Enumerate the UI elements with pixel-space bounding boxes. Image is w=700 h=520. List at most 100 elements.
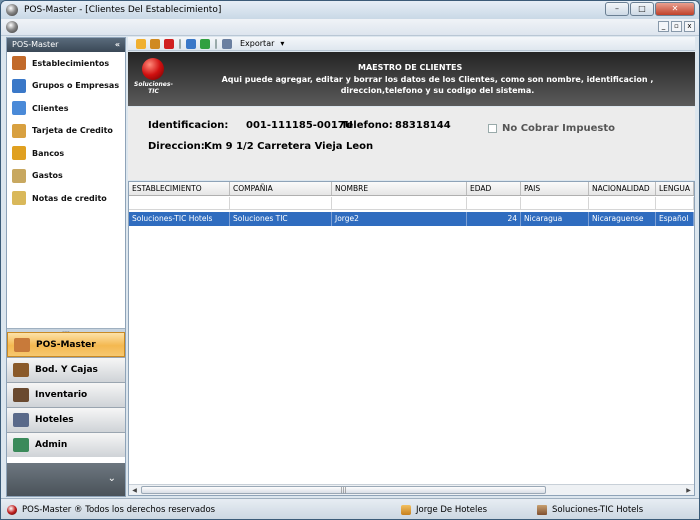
banner-description: Aqui puede agregar, editar y borrar los … (221, 75, 654, 95)
sidebar-item[interactable]: Notas de credito (7, 187, 125, 210)
title-bar[interactable]: POS-Master - [Clientes Del Establecimien… (1, 1, 699, 19)
scroll-left-button[interactable]: ◀ (129, 485, 140, 495)
sidebar-item[interactable]: Establecimientos (7, 52, 125, 75)
horizontal-scrollbar[interactable]: ◀ ||| ▶ (129, 484, 694, 495)
column-header[interactable]: PAIS (521, 182, 589, 195)
edit-icon[interactable] (150, 38, 160, 49)
export-dropdown[interactable]: Exportar ▾ (240, 39, 284, 48)
scroll-right-button[interactable]: ▶ (683, 485, 694, 495)
sidebar-header: POS-Master « (7, 38, 125, 52)
chevron-down-icon: ▾ (280, 39, 285, 48)
navigation-sidebar: POS-Master « Establecimientos Grupos o Em… (6, 37, 126, 497)
mdi-menu-bar: _ ▫ x (1, 19, 699, 36)
sidebar-item-label: Clientes (32, 103, 69, 113)
print-icon[interactable] (222, 38, 232, 49)
sidebar-item[interactable]: Clientes (7, 97, 125, 120)
nav-group-button[interactable]: Bod. Y Cajas (7, 357, 125, 382)
grid-filter-row (129, 197, 694, 210)
logo-text: Soluciones-TIC (134, 81, 173, 95)
export-label: Exportar (240, 39, 275, 48)
application-window: POS-Master - [Clientes Del Establecimien… (0, 0, 700, 520)
nav-group-label: Admin (35, 440, 68, 450)
sidebar-item-label: Establecimientos (32, 58, 110, 68)
column-header[interactable]: NOMBRE (332, 182, 467, 195)
refresh-icon[interactable] (200, 38, 210, 49)
filter-cell[interactable] (332, 197, 467, 210)
search-icon[interactable] (186, 38, 196, 49)
delete-icon[interactable] (164, 38, 174, 49)
inventory-icon (13, 388, 29, 402)
nav-group-button[interactable]: Admin (7, 432, 125, 457)
nav-group-button[interactable]: Hoteles (7, 407, 125, 432)
column-header[interactable]: COMPAÑIA (230, 182, 332, 195)
mdi-child-icon[interactable] (6, 21, 18, 33)
filter-cell[interactable] (521, 197, 589, 210)
client-details-panel: Identificacion: 001-111185-0017U Telefon… (128, 107, 695, 180)
column-header[interactable]: EDAD (467, 182, 521, 195)
identification-value: 001-111185-0017U (246, 120, 353, 131)
hotel-icon (537, 505, 547, 515)
clients-grid[interactable]: ESTABLECIMIENTO COMPAÑIA NOMBRE EDAD PAIS NAC… (128, 181, 695, 496)
sidebar-item-label: Tarjeta de Credito (32, 126, 113, 136)
sidebar-item-label: Grupos o Empresas (32, 81, 120, 91)
nav-group-button[interactable]: Inventario (7, 382, 125, 407)
current-establishment: Soluciones-TIC Hotels (552, 505, 644, 515)
nav-group-label: Hoteles (35, 415, 74, 425)
nav-group-button[interactable]: POS-Master (7, 332, 125, 357)
house-icon (14, 337, 30, 352)
nav-group-label: Inventario (35, 390, 88, 400)
table-row[interactable]: Soluciones-TIC Hotels Soluciones TIC Jorge… (129, 212, 694, 226)
sidebar-item[interactable]: Grupos o Empresas (7, 75, 125, 98)
filter-cell[interactable] (589, 197, 656, 210)
table-cell: 24 (467, 212, 521, 226)
header-banner: Soluciones-TIC MAESTRO DE CLIENTES Aqui … (128, 52, 695, 106)
card-icon (12, 123, 26, 138)
sidebar-overflow-button[interactable]: ⌄ (7, 463, 125, 496)
sidebar-item[interactable]: Gastos (7, 165, 125, 188)
minimize-button[interactable]: – (605, 2, 629, 16)
sidebar-item[interactable]: Bancos (7, 142, 125, 165)
app-icon[interactable] (6, 4, 18, 16)
phone-value: 88318144 (395, 120, 451, 131)
filter-cell[interactable] (467, 197, 521, 210)
table-cell: Soluciones TIC (230, 212, 332, 226)
window-title: POS-Master - [Clientes Del Establecimien… (24, 5, 222, 15)
filter-cell[interactable] (230, 197, 332, 210)
checkbox-box[interactable] (488, 124, 497, 133)
current-user: Jorge De Hoteles (416, 505, 488, 515)
scroll-thumb[interactable]: ||| (141, 486, 546, 494)
collapse-sidebar-button[interactable]: « (115, 38, 120, 52)
table-cell: Nicaragua (521, 212, 589, 226)
toolbar-separator (179, 38, 181, 49)
app-logo-icon (7, 505, 17, 515)
money-bag-icon (12, 168, 26, 183)
column-header[interactable]: ESTABLECIMIENTO (129, 182, 230, 195)
table-cell: Nicaraguense (589, 212, 656, 226)
house-icon (12, 56, 26, 71)
mdi-close-button[interactable]: x (684, 21, 695, 32)
nav-group-label: Bod. Y Cajas (35, 365, 98, 375)
filter-cell[interactable] (129, 197, 230, 210)
identification-label: Identificacion: (148, 120, 229, 131)
mdi-restore-button[interactable]: ▫ (671, 21, 682, 32)
maximize-button[interactable]: □ (630, 2, 654, 16)
tax-exempt-checkbox[interactable]: No Cobrar Impuesto (488, 123, 615, 134)
filter-cell[interactable] (656, 197, 694, 210)
address-value: Km 9 1/2 Carretera Vieja Leon (204, 141, 374, 152)
sidebar-title: POS-Master (12, 40, 59, 49)
logo-ball-icon (142, 58, 164, 80)
column-header[interactable]: NACIONALIDAD (589, 182, 656, 195)
user-icon (401, 505, 411, 515)
mdi-minimize-button[interactable]: _ (658, 21, 669, 32)
close-button[interactable]: ✕ (655, 2, 695, 16)
status-bar: POS-Master ® Todos los derechos reservad… (1, 498, 699, 519)
tax-exempt-label: No Cobrar Impuesto (502, 123, 615, 134)
column-header[interactable]: LENGUA (656, 182, 694, 195)
banner-title: MAESTRO DE CLIENTES (358, 63, 463, 72)
chevron-down-icon: ⌄ (107, 473, 116, 484)
sidebar-item[interactable]: Tarjeta de Credito (7, 120, 125, 143)
table-cell: Soluciones-TIC Hotels (129, 212, 230, 226)
sidebar-item-label: Gastos (32, 171, 63, 181)
boxes-icon (13, 363, 29, 377)
new-icon[interactable] (136, 38, 146, 49)
